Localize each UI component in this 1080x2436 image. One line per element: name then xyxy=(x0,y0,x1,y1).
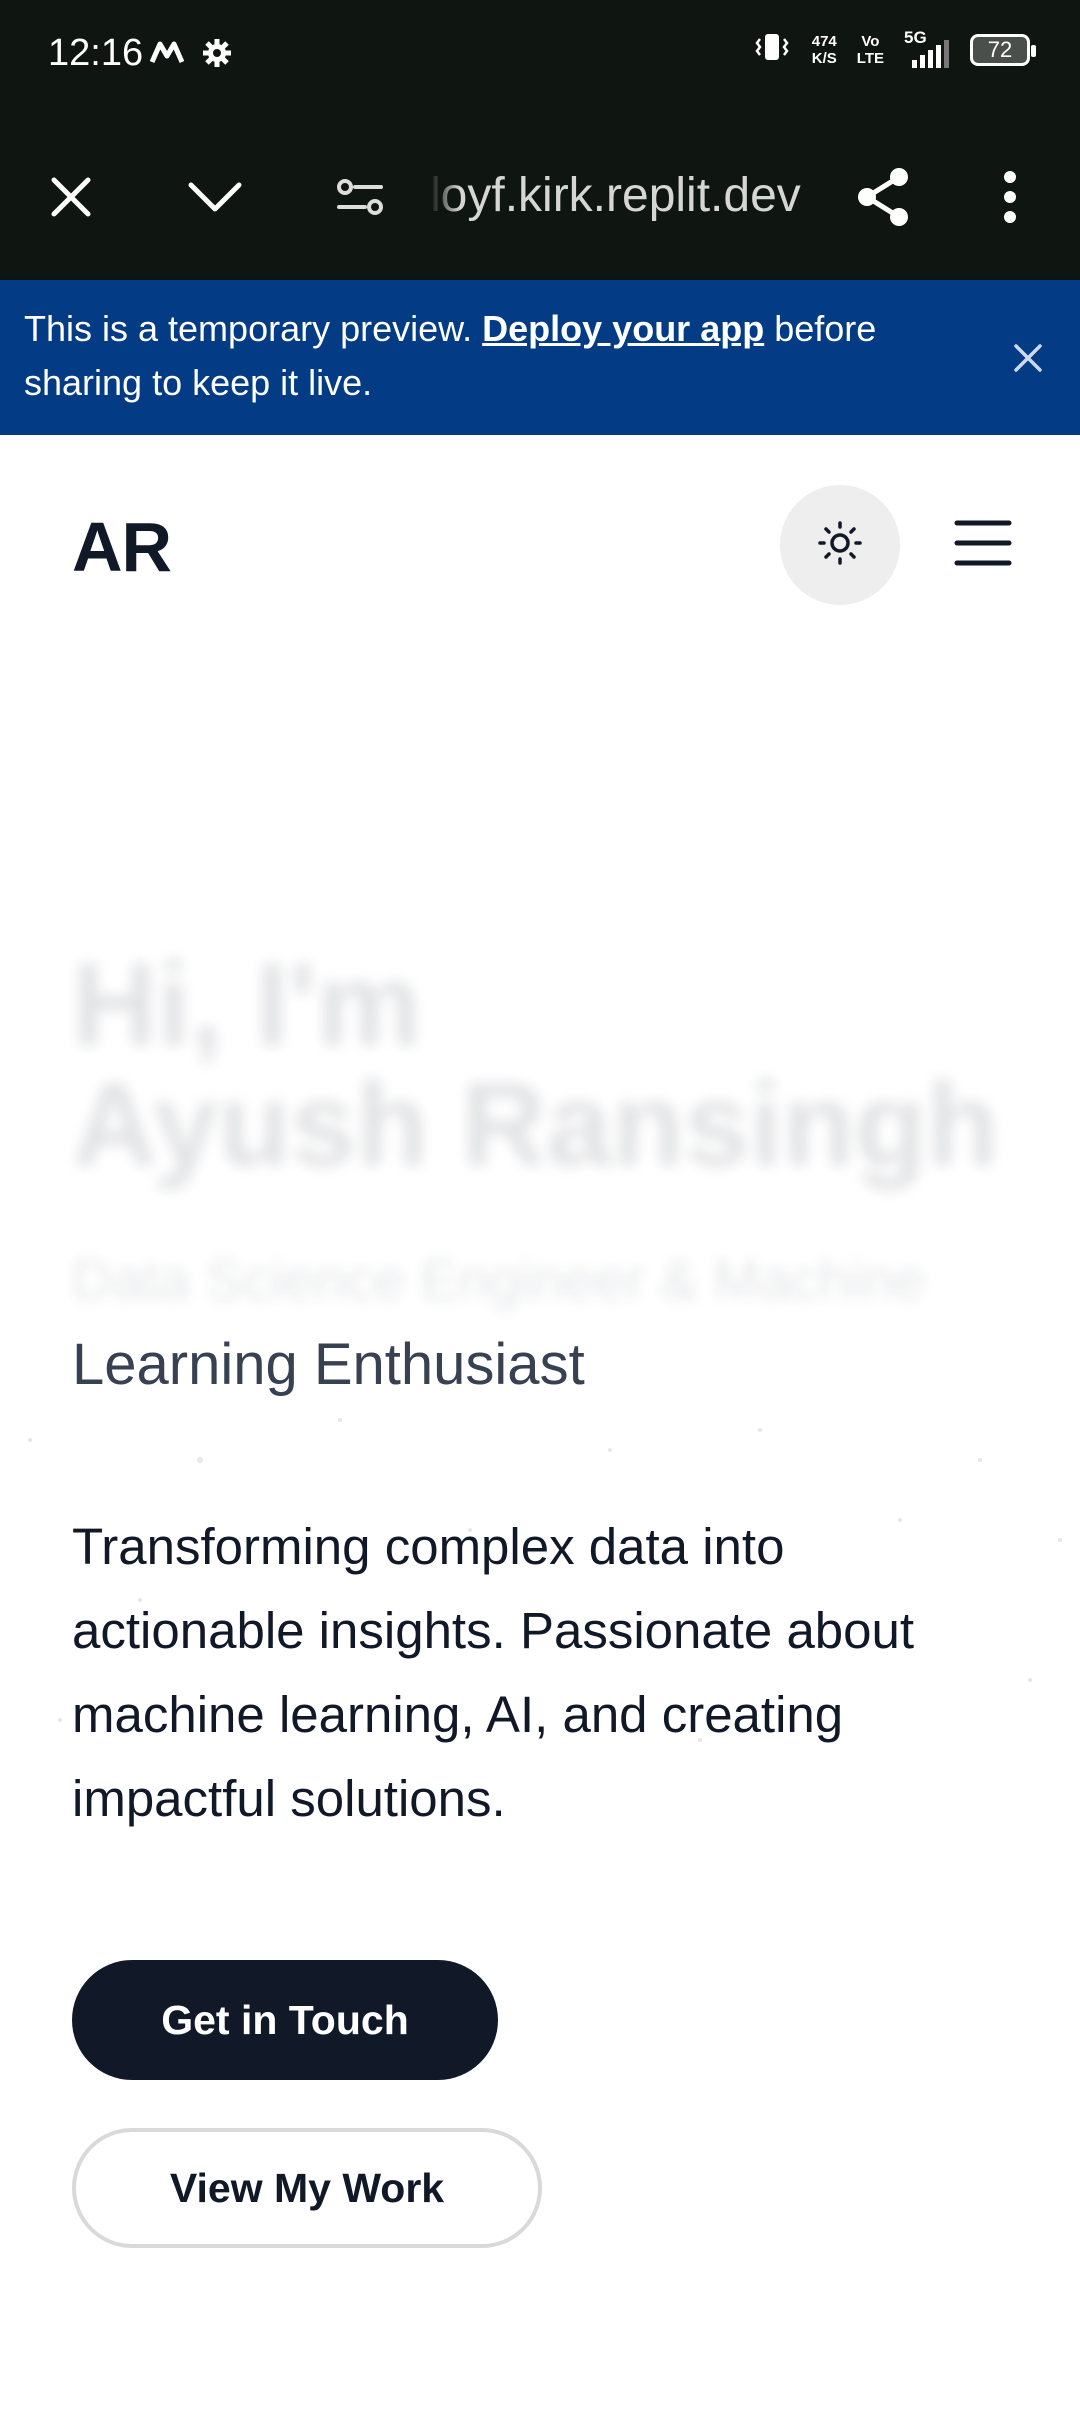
hero-description: Transforming complex data into actionabl… xyxy=(72,1518,915,1827)
close-icon[interactable] xyxy=(36,162,106,232)
url-field[interactable]: loyf.kirk.replit.dev xyxy=(430,164,820,228)
site-header: AR xyxy=(0,435,1080,655)
volte-bottom: LTE xyxy=(856,49,884,67)
url-fade xyxy=(430,164,460,228)
hamburger-icon xyxy=(954,519,1012,572)
menu-button[interactable] xyxy=(950,515,1016,575)
hero-role-line-1: Data Science Engineer & Machine xyxy=(72,1248,925,1311)
theme-toggle-button[interactable] xyxy=(780,485,900,605)
signal-icon: 5G xyxy=(904,28,950,68)
network-speed-unit: K/S xyxy=(811,49,837,67)
deploy-link[interactable]: Deploy your app xyxy=(482,308,764,349)
site-logo[interactable]: AR xyxy=(72,507,172,587)
site-settings-icon[interactable] xyxy=(325,162,395,232)
gear-icon xyxy=(202,38,232,73)
status-right-icons: 474 K/S Vo LTE 5G 72 xyxy=(752,28,1036,69)
get-in-touch-button[interactable]: Get in Touch xyxy=(72,1960,498,2080)
greeting-line-1: Hi, I'm xyxy=(72,939,422,1071)
status-bar: 12:16 474 K/S Vo LTE 5G 72 xyxy=(0,0,1080,112)
browser-toolbar: loyf.kirk.replit.dev xyxy=(0,112,1080,280)
greeting-line-2: Ayush Ransingh xyxy=(72,1059,999,1191)
view-my-work-button[interactable]: View My Work xyxy=(72,2128,542,2248)
volte-top: Vo xyxy=(861,32,880,50)
hero-role-line-2: Learning Enthusiast xyxy=(72,1332,585,1397)
battery-level: 72 xyxy=(987,36,1013,62)
banner-text: This is a temporary preview. Deploy your… xyxy=(24,302,924,410)
chevron-down-icon[interactable] xyxy=(180,162,250,232)
preview-banner: This is a temporary preview. Deploy your… xyxy=(0,280,1080,435)
more-vert-icon[interactable] xyxy=(975,162,1045,232)
banner-close-icon[interactable] xyxy=(1000,330,1056,386)
sun-icon xyxy=(818,520,862,570)
m-app-icon xyxy=(149,40,185,71)
volte-indicator: Vo LTE xyxy=(857,33,884,67)
vibrate-icon xyxy=(752,30,792,69)
network-speed: 474 K/S xyxy=(812,33,837,67)
share-icon[interactable] xyxy=(848,162,918,232)
network-speed-value: 474 xyxy=(811,32,837,50)
status-left-icons xyxy=(149,38,232,73)
status-time: 12:16 xyxy=(48,32,144,74)
banner-text-before: This is a temporary preview. xyxy=(24,308,483,349)
battery-icon: 72 xyxy=(970,33,1036,66)
hero-greeting: Hi, I'm Ayush Ransingh xyxy=(72,945,1032,1185)
